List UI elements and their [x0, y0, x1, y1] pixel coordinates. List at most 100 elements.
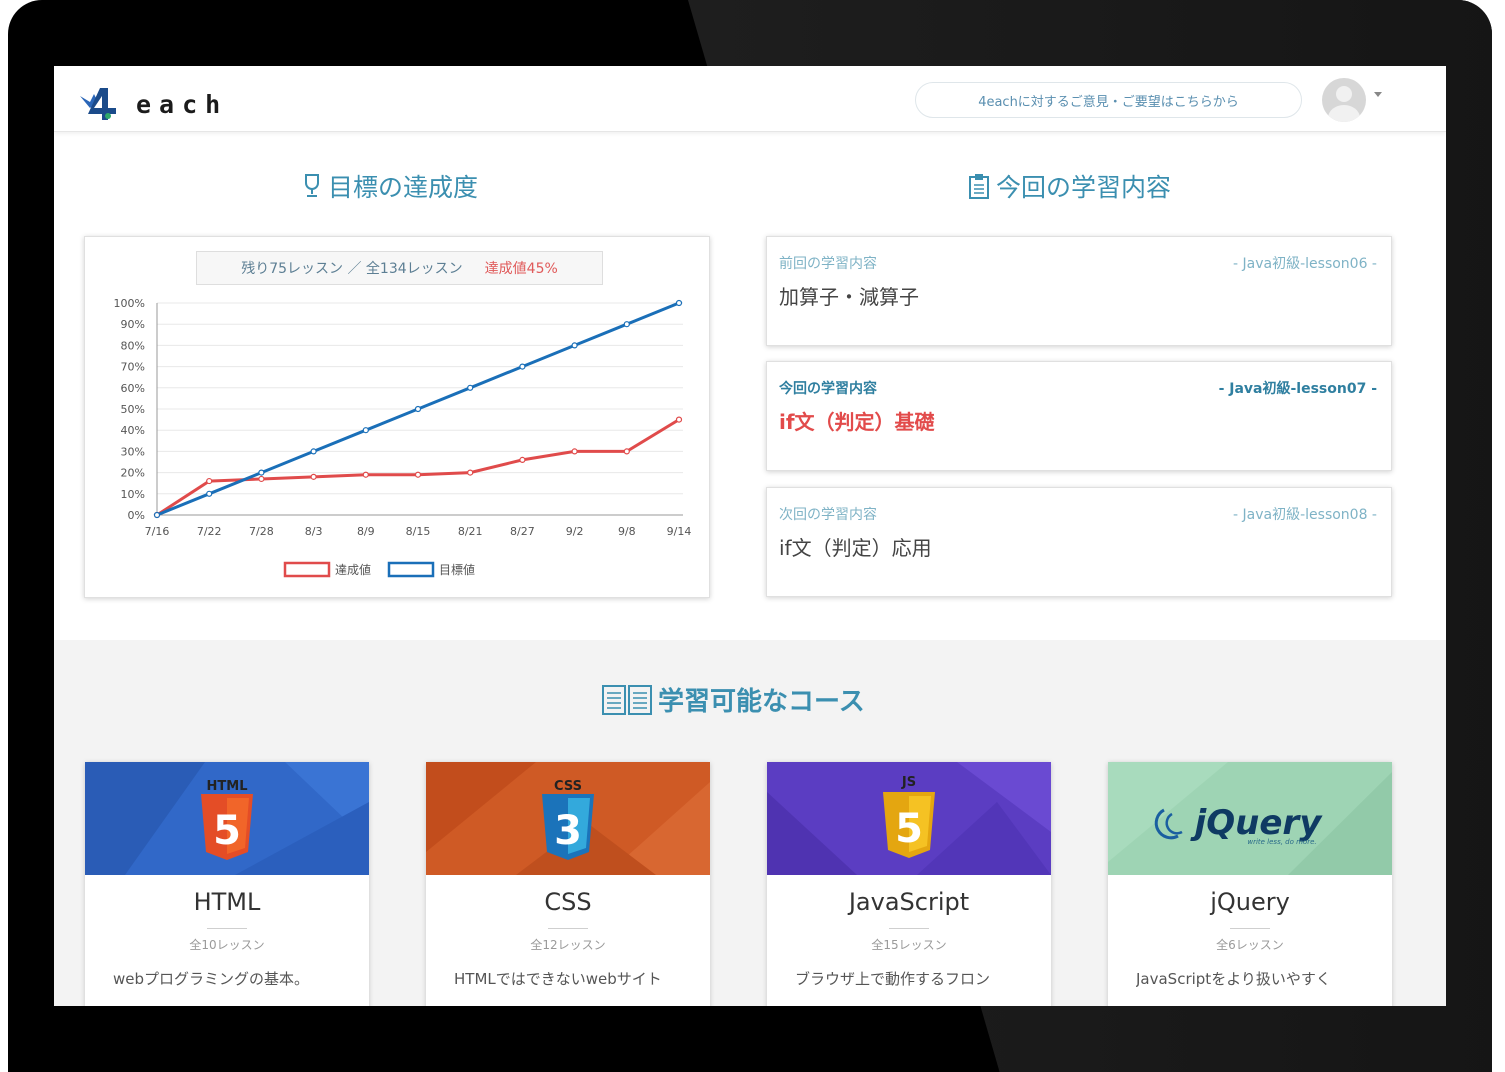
achievement-rate-text: 達成値45% [484, 261, 558, 277]
y-tick-label: 80% [121, 339, 145, 352]
divider [548, 928, 588, 929]
progress-chart-card: 残り75レッスン ／ 全134レッスン 達成値45% 0% 10% 20% 30% 40… [84, 236, 710, 598]
svg-text:write less, do more.: write less, do more. [1247, 838, 1316, 846]
goal-title-text: 目標の達成度 [328, 173, 479, 202]
x-tick-label: 8/9 [357, 525, 375, 538]
x-tick-label: 9/14 [667, 525, 692, 538]
logo-icon [80, 88, 116, 120]
data-point [519, 456, 526, 463]
y-tick-label: 50% [121, 403, 145, 416]
course-card-html[interactable]: HTML 5 HTML 全10レッスン webプログラミングの基本。 [85, 762, 369, 1006]
course-lesson-count: 全6レッスン [1216, 938, 1284, 952]
x-tick-label: 8/21 [458, 525, 483, 538]
js-logo-icon: JS 5 [767, 762, 1051, 875]
html5-logo-icon: HTML 5 [85, 762, 369, 875]
course-description: webプログラミングの基本。 [113, 970, 310, 988]
data-point [623, 448, 630, 455]
top-header: each 4eachに対するご意見・ご要望はこちらから [54, 66, 1446, 132]
course-card-css[interactable]: CSS 3 CSS 全12レッスン HTMLではできないwebサイト [426, 762, 710, 1006]
svg-text:jQuery: jQuery [1190, 803, 1324, 843]
next-lesson-card[interactable]: 次回の学習内容 - Java初級-lesson08 - if文（判定）応用 [766, 487, 1392, 597]
lesson-code: - Java初級-lesson08 - [1233, 507, 1377, 523]
course-name: jQuery [1210, 888, 1290, 916]
divider [889, 928, 929, 929]
x-tick-label: 7/28 [249, 525, 274, 538]
device-frame: each 4eachに対するご意見・ご要望はこちらから 目標の達成度 残り75レ… [8, 0, 1492, 1072]
legend-swatch [283, 561, 331, 578]
data-point [362, 427, 369, 434]
course-lesson-count: 全10レッスン [189, 938, 265, 952]
divider [1230, 928, 1270, 929]
lesson-section-title: 今回の学習内容 [968, 168, 1171, 204]
avatar[interactable] [1322, 78, 1366, 122]
course-lesson-count: 全15レッスン [871, 938, 947, 952]
legend-label: 達成値 [335, 562, 371, 577]
course-description: ブラウザ上で動作するフロン [795, 970, 991, 988]
course-banner: CSS 3 [426, 762, 710, 875]
goal-section-title: 目標の達成度 [302, 168, 478, 204]
data-point [258, 469, 265, 476]
lesson-name: if文（判定）応用 [779, 536, 932, 560]
lesson-label: 次回の学習内容 [779, 507, 877, 523]
svg-text:5: 5 [213, 808, 241, 854]
progress-summary: 残り75レッスン ／ 全134レッスン 達成値45% [196, 251, 603, 285]
svg-text:3: 3 [554, 808, 582, 854]
course-description: JavaScriptをより扱いやすく [1136, 970, 1331, 988]
data-point [310, 473, 317, 480]
data-point [571, 448, 578, 455]
data-point [206, 490, 213, 497]
data-point [362, 471, 369, 478]
lesson-code: - Java初級-lesson07 - [1218, 381, 1377, 397]
y-tick-label: 90% [121, 318, 145, 331]
lesson-label: 今回の学習内容 [779, 381, 877, 397]
course-name: JavaScript [848, 888, 970, 916]
data-point [467, 384, 474, 391]
y-tick-label: 40% [121, 424, 145, 437]
x-tick-label: 7/16 [145, 525, 170, 538]
progress-line-chart: 0% 10% 20% 30% 40% 50% 60% 70% 80% 90% 100% 7/16 7/2… [114, 297, 692, 578]
data-point [519, 363, 526, 370]
x-tick-label: 9/2 [566, 525, 584, 538]
course-name: CSS [544, 888, 592, 916]
y-tick-label: 20% [121, 467, 145, 480]
previous-lesson-card[interactable]: 前回の学習内容 - Java初級-lesson06 - 加算子・減算子 [766, 236, 1392, 346]
svg-text:HTML: HTML [207, 779, 248, 794]
course-banner: HTML 5 [85, 762, 369, 875]
y-tick-label: 10% [121, 488, 145, 501]
book-icon [602, 684, 652, 715]
trophy-icon [305, 174, 319, 197]
x-tick-label: 7/22 [197, 525, 222, 538]
logo[interactable]: each [78, 88, 248, 120]
svg-text:JS: JS [901, 775, 916, 790]
lesson-name: 加算子・減算子 [779, 285, 919, 309]
course-name: HTML [193, 888, 261, 916]
lesson-code: - Java初級-lesson06 - [1233, 256, 1377, 272]
course-card-jquery[interactable]: jQuery write less, do more. jQuery 全6レッス… [1108, 762, 1392, 1006]
svg-text:5: 5 [895, 806, 923, 852]
data-point [675, 299, 683, 307]
course-description: HTMLではできないwebサイト [454, 970, 662, 988]
data-point [258, 475, 265, 483]
y-tick-label: 60% [121, 382, 145, 395]
course-card-javascript[interactable]: JS 5 JavaScript 全15レッスン ブラウザ上で動作するフロン [767, 762, 1051, 1006]
data-point [623, 321, 630, 328]
data-point [571, 342, 578, 349]
lesson-name: if文（判定）基礎 [779, 410, 935, 434]
data-point [414, 471, 422, 478]
current-lesson-card[interactable]: 今回の学習内容 - Java初級-lesson07 - if文（判定）基礎 [766, 361, 1392, 471]
svg-text:CSS: CSS [554, 779, 582, 794]
chevron-down-icon[interactable] [1374, 92, 1382, 97]
series-line [156, 418, 680, 517]
x-tick-label: 8/27 [510, 525, 535, 538]
feedback-button[interactable]: 4eachに対するご意見・ご要望はこちらから [915, 82, 1302, 118]
app-screen: each 4eachに対するご意見・ご要望はこちらから 目標の達成度 残り75レ… [54, 66, 1446, 1006]
x-tick-label: 8/3 [305, 525, 323, 538]
course-banner: jQuery write less, do more. [1108, 762, 1392, 875]
divider [207, 928, 247, 929]
data-point [414, 405, 422, 413]
data-point [310, 448, 317, 455]
data-point [467, 469, 474, 476]
data-point [153, 511, 161, 519]
y-tick-label: 30% [121, 445, 145, 458]
jquery-logo-icon: jQuery write less, do more. [1108, 762, 1392, 875]
